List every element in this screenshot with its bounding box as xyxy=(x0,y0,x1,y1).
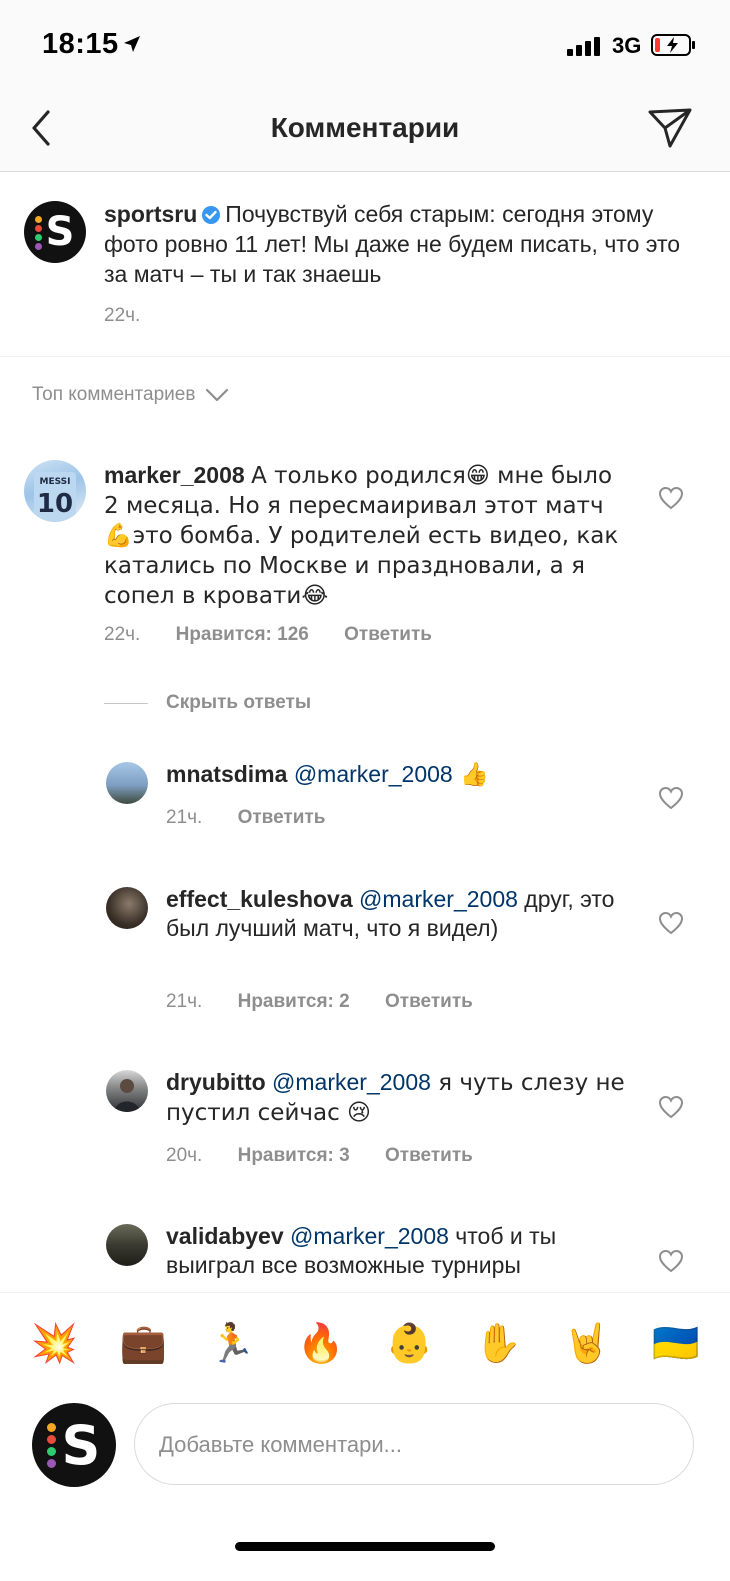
caption-meta: 22ч. xyxy=(104,305,170,327)
comment-composer: S xyxy=(0,1392,730,1502)
reply-button[interactable]: Ответить xyxy=(344,624,432,645)
emoji-raised-hand-button[interactable]: ✋ xyxy=(468,1324,528,1362)
emoji-baby-button[interactable]: 👶 xyxy=(379,1324,439,1362)
reply-button[interactable]: Ответить xyxy=(385,1145,473,1166)
avatar[interactable] xyxy=(106,1070,148,1112)
paper-plane-icon[interactable] xyxy=(646,104,694,152)
comment-text: marker_2008 А только родился😁 мне было 2… xyxy=(104,461,624,611)
avatar: S xyxy=(32,1403,116,1487)
svg-text:MESSI: MESSI xyxy=(39,477,70,487)
reply-text: mnatsdima @marker_2008 👍 xyxy=(166,760,636,790)
cellular-signal-icon xyxy=(567,36,600,56)
emoji-briefcase-button[interactable]: 💼 xyxy=(113,1324,173,1362)
caption-text: sportsru Почувствуй себя старым: сегодня … xyxy=(104,199,694,289)
reply-meta: 20ч. Нравится: 3 Ответить xyxy=(166,1145,503,1167)
reply-mention[interactable]: @marker_2008 xyxy=(272,1069,431,1095)
reply-text: dryubitto @marker_2008 я чуть слезу не п… xyxy=(166,1068,636,1128)
battery-charging-icon xyxy=(651,34,695,56)
reply-username[interactable]: mnatsdima xyxy=(166,761,287,787)
like-heart-icon[interactable] xyxy=(658,1095,684,1119)
caption-time: 22ч. xyxy=(104,305,141,326)
reply-body: 👍 xyxy=(452,762,489,788)
avatar[interactable] xyxy=(106,887,148,929)
nav-header: Комментарии xyxy=(0,88,730,172)
like-heart-icon[interactable] xyxy=(658,911,684,935)
avatar[interactable]: S xyxy=(24,201,86,263)
reply-likes[interactable]: Нравится: 3 xyxy=(238,1145,350,1166)
sort-label: Топ комментариев xyxy=(32,384,196,405)
comment-likes[interactable]: Нравится: 126 xyxy=(176,624,309,645)
divider xyxy=(104,702,148,704)
avatar[interactable]: MESSI 10 xyxy=(24,460,86,522)
comment-username[interactable]: marker_2008 xyxy=(104,462,245,488)
reply-time: 21ч. xyxy=(166,807,203,828)
caption-username[interactable]: sportsru xyxy=(104,201,197,227)
jersey-photo-icon: MESSI 10 xyxy=(34,472,76,522)
status-bar: 18:15 3G xyxy=(0,0,730,88)
reply-mention[interactable]: @marker_2008 xyxy=(290,1223,449,1249)
reply-time: 20ч. xyxy=(166,1145,203,1166)
svg-text:10: 10 xyxy=(37,489,73,519)
comment-input[interactable] xyxy=(159,1426,659,1464)
comment-time: 22ч. xyxy=(104,624,141,645)
reply-meta: 21ч. Нравится: 2 Ответить xyxy=(166,991,503,1013)
reply-text: validabyev @marker_2008 чтоб и ты выигра… xyxy=(166,1222,636,1290)
verified-badge-icon xyxy=(202,206,221,224)
reply-meta: 21ч. Ответить xyxy=(166,807,355,829)
like-heart-icon[interactable] xyxy=(658,786,684,810)
chevron-down-icon xyxy=(206,388,229,402)
hide-replies-label: Скрыть ответы xyxy=(166,692,312,713)
reply-mention[interactable]: @marker_2008 xyxy=(359,886,518,912)
reply-username[interactable]: effect_kuleshova xyxy=(166,886,353,912)
emoji-collision-button[interactable]: 💥 xyxy=(24,1324,84,1362)
reply-username[interactable]: dryubitto xyxy=(166,1069,266,1095)
reply-time: 21ч. xyxy=(166,991,203,1012)
avatar[interactable] xyxy=(106,762,148,804)
emoji-fire-button[interactable]: 🔥 xyxy=(291,1324,351,1362)
comment-meta: 22ч. Нравится: 126 Ответить xyxy=(104,624,462,646)
home-indicator[interactable] xyxy=(235,1542,495,1551)
reply-username[interactable]: validabyev xyxy=(166,1223,284,1249)
like-heart-icon[interactable] xyxy=(658,486,684,510)
person-photo-icon xyxy=(114,1079,140,1112)
location-arrow-icon xyxy=(124,36,140,52)
sort-dropdown[interactable]: Топ комментариев xyxy=(32,384,229,406)
network-type: 3G xyxy=(612,33,642,58)
comment-input-wrapper xyxy=(134,1403,694,1485)
hide-replies-button[interactable]: Скрыть ответы xyxy=(104,692,311,714)
reply-text: effect_kuleshova @marker_2008 друг, это … xyxy=(166,885,636,943)
avatar[interactable] xyxy=(106,1224,148,1266)
reply-likes[interactable]: Нравится: 2 xyxy=(238,991,350,1012)
post-caption: S sportsru Почувствуй себя старым: сегодн… xyxy=(0,172,730,357)
reply-mention[interactable]: @marker_2008 xyxy=(294,761,453,787)
emoji-horns-button[interactable]: 🤘 xyxy=(557,1324,617,1362)
like-heart-icon[interactable] xyxy=(658,1249,684,1273)
status-time: 18:15 xyxy=(42,28,119,60)
emoji-quick-bar: 💥 💼 🏃 🔥 👶 ✋ 🤘 🇺🇦 xyxy=(0,1292,730,1392)
reply-button[interactable]: Ответить xyxy=(385,991,473,1012)
comments-screen: 18:15 3G Комментарии S sportsru Почувств… xyxy=(0,0,730,1581)
emoji-ukraine-flag-button[interactable]: 🇺🇦 xyxy=(646,1324,706,1362)
page-title: Комментарии xyxy=(270,112,460,143)
reply-button[interactable]: Ответить xyxy=(238,807,326,828)
emoji-runner-button[interactable]: 🏃 xyxy=(202,1324,262,1362)
